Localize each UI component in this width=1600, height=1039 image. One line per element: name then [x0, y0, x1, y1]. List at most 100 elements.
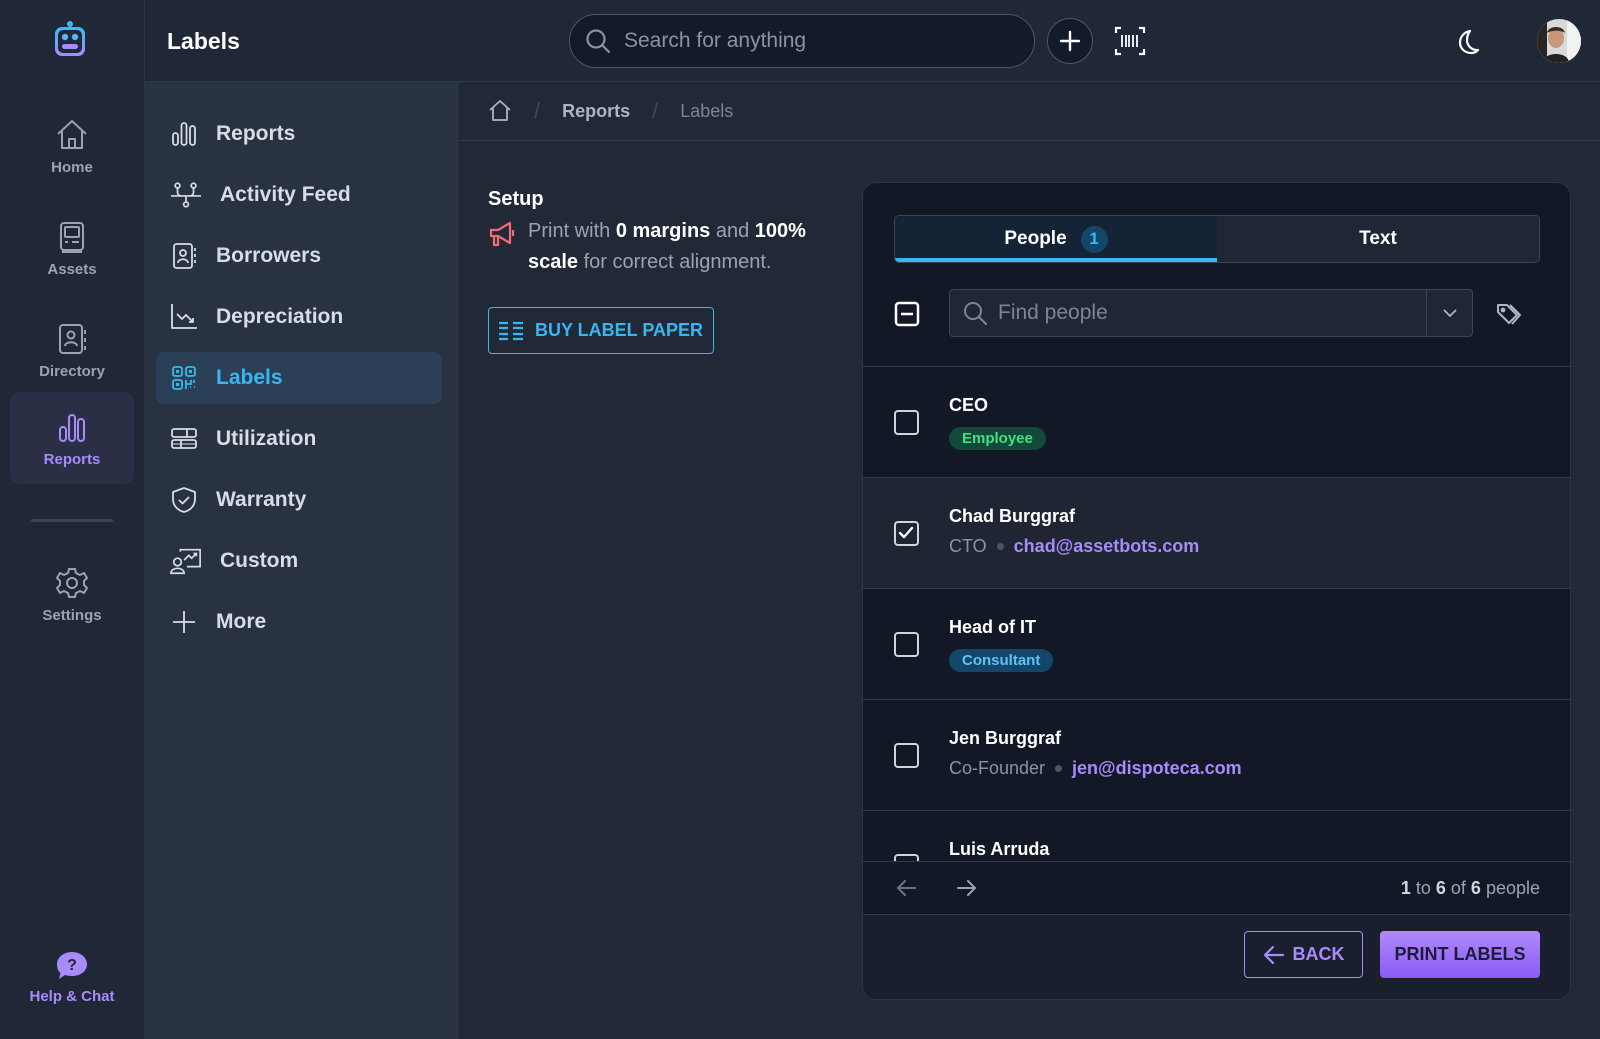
- breadcrumb-home-icon[interactable]: [488, 99, 512, 123]
- tab-label: Text: [1359, 228, 1397, 249]
- subnav-item-label: Depreciation: [216, 305, 344, 328]
- breadcrumb-reports[interactable]: Reports: [562, 101, 630, 122]
- subnav-item-more[interactable]: More: [156, 596, 442, 648]
- separator-dot: [1055, 765, 1063, 772]
- megaphone-icon: [489, 221, 515, 247]
- list-item[interactable]: Jen Burggraf Co-Founder jen@dispoteca.co…: [863, 700, 1570, 811]
- rail-item-reports[interactable]: Reports: [10, 392, 134, 484]
- person-email-link[interactable]: chad@assetbots.com: [1014, 536, 1200, 557]
- next-page-arrow-icon[interactable]: [955, 876, 979, 900]
- subnav-item-label: Utilization: [216, 427, 317, 450]
- user-avatar[interactable]: [1537, 19, 1581, 63]
- people-list: CEO Employee Chad Burggraf CTO chad@asse…: [863, 367, 1570, 861]
- person-type-badge: Consultant: [949, 649, 1054, 672]
- reports-subnav: Reports Activity Feed Borrowers Deprecia…: [145, 82, 458, 1039]
- subnav-item-label: Activity Feed: [220, 183, 351, 206]
- assets-icon: [60, 221, 84, 253]
- previous-page-arrow-icon[interactable]: [894, 876, 918, 900]
- print-labels-button[interactable]: PRINT LABELS: [1380, 931, 1540, 978]
- person-role: Co-Founder: [949, 758, 1046, 778]
- panel-footer: BACK PRINT LABELS: [863, 915, 1570, 999]
- setup-instructions: Print with 0 margins and 100% scale for …: [488, 216, 828, 278]
- person-email-link[interactable]: jen@dispoteca.com: [1072, 758, 1242, 779]
- qr-code-icon: [172, 366, 196, 390]
- page-title: Labels: [167, 28, 240, 54]
- barcode-scan-icon[interactable]: [1113, 24, 1147, 58]
- find-people-combobox[interactable]: [949, 289, 1473, 337]
- rail-divider: [31, 519, 113, 522]
- select-all-indeterminate-checkbox[interactable]: [894, 301, 920, 327]
- subnav-item-label: Custom: [220, 549, 299, 572]
- table-icon: [171, 428, 197, 449]
- list-icon: [498, 321, 523, 340]
- tab-text[interactable]: Text: [1217, 216, 1539, 262]
- subnav-item-reports[interactable]: Reports: [156, 108, 442, 160]
- subnav-item-label: Labels: [216, 366, 283, 389]
- quick-add-button[interactable]: [1047, 18, 1093, 64]
- assetbots-logo-icon[interactable]: [52, 20, 88, 58]
- rail-item-home[interactable]: Home: [10, 100, 134, 192]
- person-type-badge: Employee: [949, 427, 1046, 450]
- subnav-item-borrowers[interactable]: Borrowers: [156, 230, 442, 282]
- rail-item-directory[interactable]: Directory: [10, 304, 134, 396]
- tab-label: People: [1004, 228, 1067, 249]
- custom-report-icon: [170, 548, 201, 575]
- subnav-item-custom[interactable]: Custom: [156, 535, 442, 587]
- main-rail: Home Assets Directory Reports Settings ?…: [0, 0, 145, 1039]
- avatar-photo: [1537, 19, 1581, 63]
- pagination-count: 1 to 6 of 6 people: [1400, 878, 1540, 898]
- help-chat-button[interactable]: ? Help & Chat: [10, 950, 134, 1005]
- list-item[interactable]: Head of IT Consultant: [863, 589, 1570, 700]
- person-name: CEO: [949, 395, 989, 415]
- setup-heading: Setup: [488, 188, 544, 210]
- subnav-item-utilization[interactable]: Utilization: [156, 413, 442, 465]
- people-toolbar: [863, 283, 1570, 367]
- list-item[interactable]: Luis Arruda: [863, 811, 1570, 861]
- help-chat-icon: ?: [57, 952, 87, 979]
- find-people-input[interactable]: [998, 301, 1426, 325]
- buy-label-paper-label: BUY LABEL PAPER: [534, 320, 704, 340]
- subnav-item-label: Reports: [216, 122, 296, 145]
- back-button[interactable]: BACK: [1244, 931, 1363, 978]
- global-search-input[interactable]: [624, 29, 1004, 53]
- rail-item-assets[interactable]: Assets: [10, 202, 134, 294]
- search-icon: [964, 302, 987, 325]
- buy-label-paper-button[interactable]: BUY LABEL PAPER: [488, 307, 714, 354]
- dark-mode-moon-icon[interactable]: [1453, 27, 1483, 57]
- row-checkbox[interactable]: [894, 854, 919, 861]
- arrow-left-icon: [1263, 945, 1284, 964]
- setup-note-text: Print with 0 margins and 100% scale for …: [528, 220, 806, 273]
- subnav-item-labels[interactable]: Labels: [156, 352, 442, 404]
- label-source-panel: People 1 Text CEO Employee Chad Burggra: [862, 182, 1571, 1000]
- row-checkbox-checked[interactable]: [894, 521, 919, 546]
- breadcrumb: / Reports / Labels: [458, 82, 1600, 141]
- subnav-item-activity-feed[interactable]: Activity Feed: [156, 169, 442, 221]
- row-checkbox[interactable]: [894, 410, 919, 435]
- rail-item-label: Reports: [43, 450, 101, 468]
- tags-filter-icon[interactable]: [1495, 301, 1523, 329]
- directory-icon: [59, 323, 86, 354]
- shield-check-icon: [172, 487, 196, 513]
- subnav-item-depreciation[interactable]: Depreciation: [156, 291, 442, 343]
- list-item[interactable]: Chad Burggraf CTO chad@assetbots.com: [863, 478, 1570, 589]
- row-checkbox[interactable]: [894, 632, 919, 657]
- plus-icon: [1059, 30, 1081, 52]
- find-people-dropdown-toggle[interactable]: [1426, 290, 1472, 336]
- list-item[interactable]: CEO Employee: [863, 367, 1570, 478]
- subnav-item-label: Borrowers: [216, 244, 322, 267]
- selected-count-badge: 1: [1080, 225, 1108, 253]
- tab-people[interactable]: People 1: [895, 216, 1217, 262]
- subnav-item-warranty[interactable]: Warranty: [156, 474, 442, 526]
- contact-book-icon: [173, 243, 196, 269]
- check-icon: [898, 526, 914, 539]
- top-bar: Labels: [145, 0, 1600, 82]
- back-button-label: BACK: [1292, 944, 1345, 964]
- plus-icon: [173, 611, 195, 633]
- gear-icon: [56, 567, 88, 598]
- row-checkbox[interactable]: [894, 743, 919, 768]
- rail-item-settings[interactable]: Settings: [10, 548, 134, 640]
- rail-item-label: Home: [51, 158, 93, 176]
- breadcrumb-current: Labels: [680, 100, 734, 121]
- person-name: Luis Arruda: [949, 839, 1050, 859]
- global-search[interactable]: [569, 14, 1035, 68]
